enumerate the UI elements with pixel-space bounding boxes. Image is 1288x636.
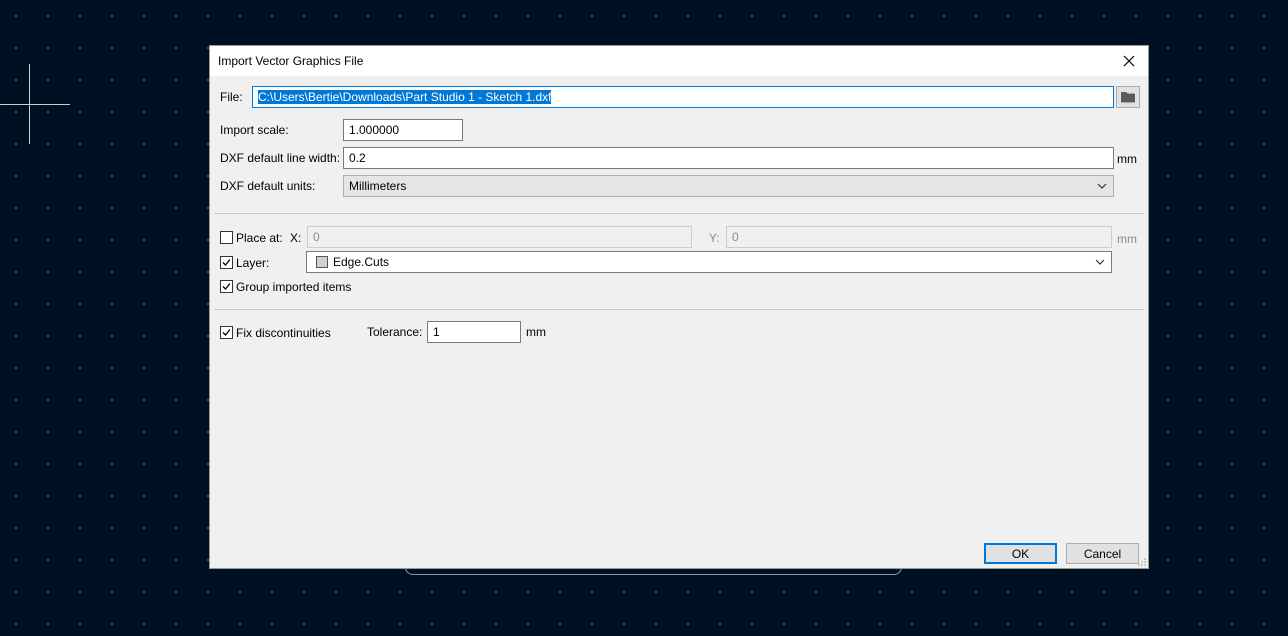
tolerance-label: Tolerance: xyxy=(367,325,423,339)
file-label: File: xyxy=(220,90,243,104)
import-scale-label: Import scale: xyxy=(220,123,289,137)
place-at-checkbox[interactable] xyxy=(220,231,233,244)
close-icon xyxy=(1123,55,1135,67)
fix-discontinuities-label: Fix discontinuities xyxy=(236,326,331,340)
group-items-label: Group imported items xyxy=(236,280,352,294)
layer-checkbox[interactable] xyxy=(220,256,233,269)
y-position-input[interactable]: 0 xyxy=(726,226,1112,248)
tolerance-input[interactable]: 1 xyxy=(427,321,521,343)
group-items-checkbox[interactable] xyxy=(220,280,233,293)
layer-color-swatch xyxy=(316,256,328,268)
place-at-unit: mm xyxy=(1117,232,1137,246)
import-scale-input[interactable]: 1.000000 xyxy=(343,119,463,141)
dialog-title: Import Vector Graphics File xyxy=(218,54,364,68)
layer-dropdown[interactable]: Edge.Cuts xyxy=(306,251,1112,273)
separator xyxy=(214,213,1144,214)
chevron-down-icon xyxy=(1095,259,1105,265)
chevron-down-icon xyxy=(1097,183,1107,189)
line-width-label: DXF default line width: xyxy=(220,151,341,165)
units-selected-value: Millimeters xyxy=(349,179,407,193)
units-label: DXF default units: xyxy=(220,179,316,193)
place-at-label: Place at: xyxy=(236,231,283,245)
checkmark-icon xyxy=(222,283,231,290)
browse-file-button[interactable] xyxy=(1116,86,1140,108)
file-path-input[interactable]: C:\Users\Bertie\Downloads\Part Studio 1 … xyxy=(252,86,1114,108)
cancel-button[interactable]: Cancel xyxy=(1066,543,1139,564)
line-width-input[interactable]: 0.2 xyxy=(343,147,1114,169)
resize-grip-icon[interactable] xyxy=(1138,558,1146,566)
file-path-text: C:\Users\Bertie\Downloads\Part Studio 1 … xyxy=(258,90,552,104)
layer-selected-value: Edge.Cuts xyxy=(333,255,390,269)
checkmark-icon xyxy=(222,259,231,266)
line-width-unit: mm xyxy=(1117,152,1137,166)
units-dropdown[interactable]: Millimeters xyxy=(343,175,1114,197)
dialog-titlebar: Import Vector Graphics File xyxy=(210,46,1148,76)
fix-discontinuities-checkbox[interactable] xyxy=(220,326,233,339)
cursor-crosshair-horizontal xyxy=(0,104,70,105)
y-label: Y: xyxy=(709,231,720,245)
ok-button[interactable]: OK xyxy=(984,543,1057,564)
close-button[interactable] xyxy=(1110,46,1148,76)
x-position-input[interactable]: 0 xyxy=(307,226,692,248)
separator xyxy=(214,309,1144,310)
cursor-crosshair-vertical xyxy=(29,64,30,144)
checkmark-icon xyxy=(222,329,231,336)
x-label: X: xyxy=(290,231,302,245)
import-vector-graphics-dialog: Import Vector Graphics File File: C:\Use… xyxy=(209,45,1149,569)
layer-label: Layer: xyxy=(236,256,270,270)
folder-icon xyxy=(1121,92,1135,103)
tolerance-unit: mm xyxy=(526,325,546,339)
